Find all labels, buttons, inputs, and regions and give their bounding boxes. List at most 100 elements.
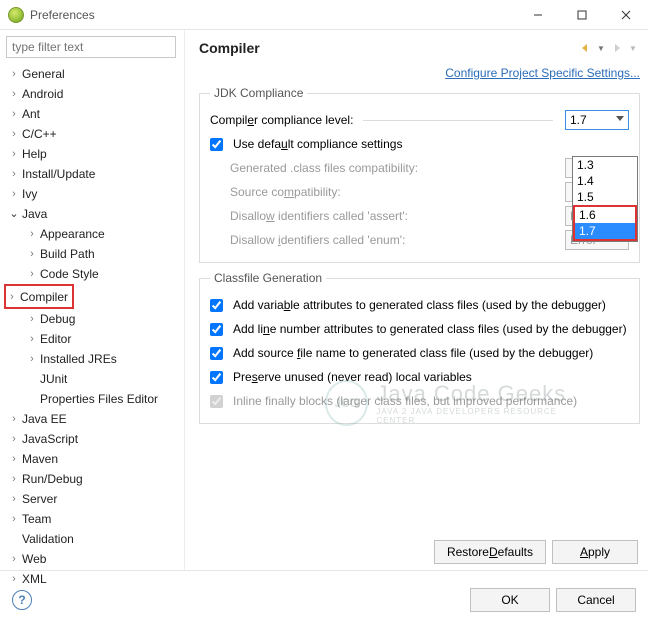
tree-node[interactable]: ›Ant	[4, 104, 180, 124]
chevron-right-icon[interactable]: ›	[8, 144, 20, 164]
add-line-checkbox[interactable]	[210, 323, 223, 336]
tree-node[interactable]: ›Debug	[4, 309, 180, 329]
chevron-right-icon[interactable]: ›	[8, 64, 20, 84]
chevron-right-icon[interactable]: ›	[6, 287, 18, 307]
tree-node[interactable]: ›Build Path	[4, 244, 180, 264]
tree-node[interactable]: Properties Files Editor	[4, 389, 180, 409]
chevron-right-icon[interactable]: ›	[8, 184, 20, 204]
back-menu-icon[interactable]: ▼	[594, 41, 608, 55]
chevron-right-icon[interactable]: ›	[8, 569, 20, 589]
tree-node[interactable]: ›Web	[4, 549, 180, 569]
configure-project-link[interactable]: Configure Project Specific Settings...	[445, 66, 640, 80]
use-default-checkbox[interactable]	[210, 138, 223, 151]
forward-icon[interactable]	[610, 41, 624, 55]
back-icon[interactable]	[578, 41, 592, 55]
tree-node[interactable]: ›Java EE	[4, 409, 180, 429]
preserve-label: Preserve unused (never read) local varia…	[233, 370, 472, 384]
close-button[interactable]	[604, 0, 648, 30]
tree-node[interactable]: ›Help	[4, 144, 180, 164]
chevron-right-icon[interactable]: ›	[26, 264, 38, 284]
dropdown-option[interactable]: 1.6	[575, 207, 635, 223]
dropdown-option[interactable]: 1.5	[573, 189, 637, 205]
source-label: Source compatibility:	[230, 185, 341, 199]
tree-node[interactable]: ›Team	[4, 509, 180, 529]
tree-node[interactable]: ›Server	[4, 489, 180, 509]
classfile-group: Classfile Generation Add variable attrib…	[199, 271, 640, 424]
chevron-right-icon[interactable]: ›	[8, 489, 20, 509]
tree-node-label: Ivy	[20, 184, 39, 204]
chevron-right-icon[interactable]: ›	[8, 124, 20, 144]
classfile-legend: Classfile Generation	[210, 271, 326, 285]
chevron-right-icon[interactable]: ›	[8, 164, 20, 184]
tree-node-label: Maven	[20, 449, 60, 469]
minimize-button[interactable]	[516, 0, 560, 30]
dropdown-option[interactable]: 1.3	[573, 157, 637, 173]
tree-node[interactable]: ›Install/Update	[4, 164, 180, 184]
chevron-right-icon[interactable]: ›	[8, 449, 20, 469]
tree-node-label: Properties Files Editor	[38, 389, 160, 409]
chevron-right-icon[interactable]: ›	[26, 244, 38, 264]
chevron-down-icon[interactable]: ⌄	[8, 204, 20, 224]
compliance-value: 1.7	[570, 113, 587, 127]
chevron-right-icon[interactable]: ›	[26, 349, 38, 369]
tree-node[interactable]: ›JavaScript	[4, 429, 180, 449]
add-source-label: Add source file name to generated class …	[233, 346, 593, 360]
tree-node[interactable]: ›Android	[4, 84, 180, 104]
tree-node[interactable]: ›Compiler	[6, 287, 70, 307]
tree-node[interactable]: ›General	[4, 64, 180, 84]
tree-node[interactable]: ›XML	[4, 569, 180, 589]
tree-node[interactable]: ›Appearance	[4, 224, 180, 244]
chevron-right-icon[interactable]: ›	[8, 104, 20, 124]
filter-input[interactable]	[6, 36, 176, 58]
chevron-right-icon[interactable]: ›	[8, 549, 20, 569]
tree-node-label: XML	[20, 569, 49, 589]
tree-node[interactable]: ›Installed JREs	[4, 349, 180, 369]
preserve-checkbox[interactable]	[210, 371, 223, 384]
tree-node[interactable]: ⌄Java	[4, 204, 180, 224]
preferences-tree[interactable]: ›General›Android›Ant›C/C++›Help›Install/…	[4, 64, 180, 589]
chevron-right-icon[interactable]: ›	[26, 224, 38, 244]
cancel-button[interactable]: Cancel	[556, 588, 636, 612]
add-line-row: Add line number attributes to generated …	[210, 317, 629, 341]
nav-arrows: ▼ ▼	[578, 41, 640, 55]
chevron-right-icon[interactable]: ›	[8, 469, 20, 489]
selected-highlight: ›Compiler	[4, 284, 74, 309]
compliance-row: Compiler compliance level: 1.7	[210, 108, 629, 132]
add-var-row: Add variable attributes to generated cla…	[210, 293, 629, 317]
tree-node[interactable]: ›Maven	[4, 449, 180, 469]
tree-node-label: JavaScript	[20, 429, 80, 449]
tree-node[interactable]: Validation	[4, 529, 180, 549]
tree-node[interactable]: ›Ivy	[4, 184, 180, 204]
compliance-select[interactable]: 1.7	[565, 110, 629, 130]
chevron-right-icon[interactable]: ›	[8, 84, 20, 104]
add-var-checkbox[interactable]	[210, 299, 223, 312]
forward-menu-icon[interactable]: ▼	[626, 41, 640, 55]
tree-node[interactable]: ›Run/Debug	[4, 469, 180, 489]
chevron-right-icon[interactable]: ›	[26, 329, 38, 349]
dropdown-option[interactable]: 1.4	[573, 173, 637, 189]
page-header: Compiler ▼ ▼	[199, 34, 640, 62]
help-icon[interactable]: ?	[12, 590, 32, 610]
chevron-right-icon[interactable]: ›	[26, 309, 38, 329]
tree-node[interactable]: ›C/C++	[4, 124, 180, 144]
chevron-right-icon[interactable]: ›	[8, 509, 20, 529]
restore-defaults-button[interactable]: Restore Defaults	[434, 540, 546, 564]
compliance-dropdown[interactable]: 1.3 1.4 1.5 1.6 1.7	[572, 156, 638, 242]
dropdown-option-selected[interactable]: 1.7	[575, 223, 635, 239]
add-source-checkbox[interactable]	[210, 347, 223, 360]
tree-node[interactable]: ›Editor	[4, 329, 180, 349]
ok-button[interactable]: OK	[470, 588, 550, 612]
chevron-right-icon[interactable]: ›	[8, 409, 20, 429]
apply-button[interactable]: Apply	[552, 540, 638, 564]
maximize-button[interactable]	[560, 0, 604, 30]
sidebar: ›General›Android›Ant›C/C++›Help›Install/…	[0, 30, 185, 570]
chevron-down-icon	[616, 116, 624, 121]
compliance-label: Compiler compliance level:	[210, 113, 353, 127]
tree-node-label: Java	[20, 204, 49, 224]
enum-label: Disallow identifiers called 'enum':	[230, 233, 405, 247]
tree-node[interactable]: ›Code Style	[4, 264, 180, 284]
tree-node[interactable]: JUnit	[4, 369, 180, 389]
settings-page: Compiler ▼ ▼ Configure Project Specific …	[185, 30, 648, 570]
chevron-right-icon[interactable]: ›	[8, 429, 20, 449]
add-line-label: Add line number attributes to generated …	[233, 322, 627, 336]
